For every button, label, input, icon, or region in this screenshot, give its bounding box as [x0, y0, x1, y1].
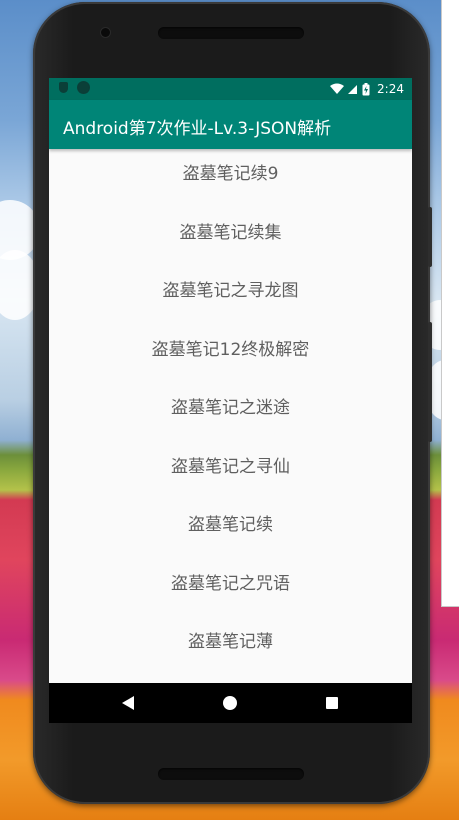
list-item[interactable]: 盗墓笔记续集	[49, 208, 412, 267]
status-time: 2:24	[377, 82, 404, 96]
book-list: 盗墓笔记续9 盗墓笔记续集 盗墓笔记之寻龙图 盗墓笔记12终极解密 盗墓笔记之迷…	[49, 149, 412, 676]
battery-charging-icon	[362, 82, 370, 95]
home-icon[interactable]	[223, 696, 237, 710]
recent-apps-icon[interactable]	[326, 697, 338, 709]
list-item[interactable]: 盗墓笔记之寻仙	[49, 442, 412, 501]
list-item[interactable]: 盗墓笔记之咒语	[49, 559, 412, 618]
status-system-icons: 2:24	[330, 80, 404, 98]
power-button[interactable]	[428, 207, 432, 267]
navigation-bar	[49, 683, 412, 723]
list-item[interactable]: 盗墓笔记续9	[49, 149, 412, 208]
list-item[interactable]: 盗墓笔记薄	[49, 617, 412, 676]
shield-icon	[59, 82, 68, 93]
app-title: Android第7次作业-Lv.3-JSON解析	[63, 119, 332, 139]
volume-button[interactable]	[428, 322, 432, 442]
list-item[interactable]: 盗墓笔记之迷途	[49, 383, 412, 442]
list-item[interactable]: 盗墓笔记之寻龙图	[49, 266, 412, 325]
bottom-speaker	[158, 768, 304, 780]
wifi-icon	[330, 83, 345, 94]
app-bar: Android第7次作业-Lv.3-JSON解析	[49, 100, 412, 149]
phone-screen: 2:24 Android第7次作业-Lv.3-JSON解析 盗墓笔记续9 盗墓笔…	[49, 78, 412, 723]
circle-icon	[78, 82, 89, 93]
back-icon[interactable]	[122, 696, 134, 710]
front-camera	[101, 28, 110, 37]
list-item[interactable]: 盗墓笔记12终极解密	[49, 325, 412, 384]
top-speaker	[158, 27, 304, 39]
list-item[interactable]: 盗墓笔记续	[49, 500, 412, 559]
cell-signal-icon	[348, 85, 358, 94]
phone-frame: 2:24 Android第7次作业-Lv.3-JSON解析 盗墓笔记续9 盗墓笔…	[33, 2, 432, 804]
status-bar: 2:24	[49, 78, 412, 100]
background-window[interactable]	[441, 0, 459, 607]
status-notifications	[59, 82, 89, 93]
